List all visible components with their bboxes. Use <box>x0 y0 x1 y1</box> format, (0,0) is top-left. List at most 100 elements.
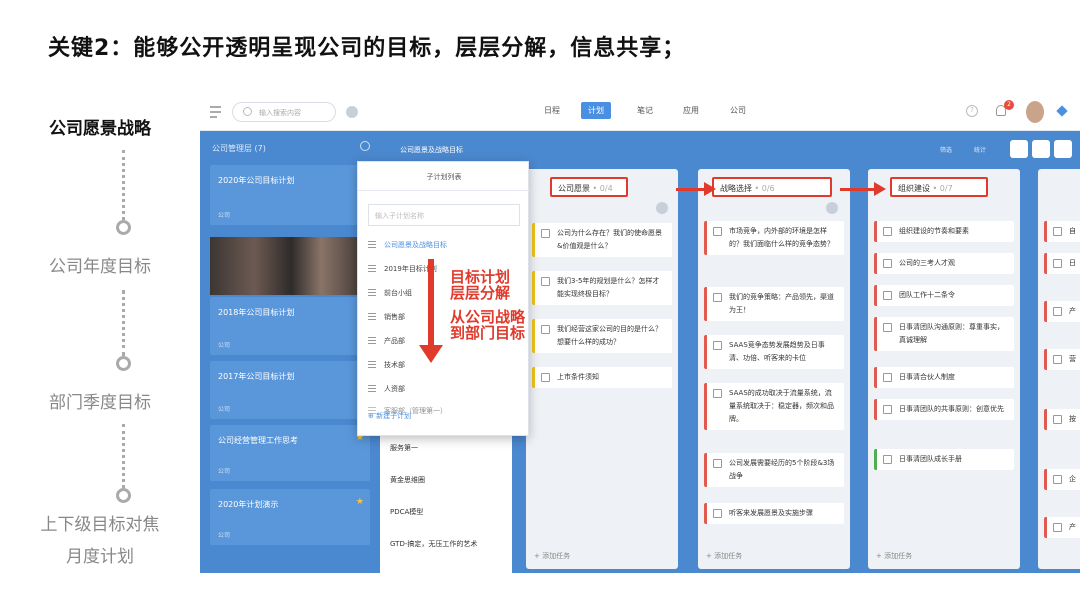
column-header[interactable]: 公司愿景 • 0/4 <box>550 177 628 197</box>
sub-plan-item[interactable]: 公司愿景及战略目标 <box>368 240 447 250</box>
sidebar-header[interactable]: 公司管理层 (7) <box>212 143 266 154</box>
task-card[interactable]: 我们的竞争策略：产品领先，渠道为王！ <box>704 287 844 321</box>
menu-icon[interactable] <box>210 106 221 121</box>
task-checkbox[interactable] <box>713 389 722 398</box>
task-checkbox[interactable] <box>541 229 550 238</box>
sub-plan-search-input[interactable]: 输入子计划名称 <box>368 204 520 226</box>
task-card[interactable]: 日事清团队沟通原则：尊重事实，真诚理解 <box>874 317 1014 351</box>
plan-card[interactable]: 2020年公司目标计划 公司 <box>210 165 370 225</box>
avatar[interactable] <box>1026 101 1044 123</box>
task-card[interactable]: 公司为什么存在？我们的使命愿景&价值观是什么？ <box>532 223 672 257</box>
help-icon[interactable]: ? <box>966 105 978 117</box>
task-card[interactable]: 我们3-5年的规划是什么？怎样才能实现终极目标？ <box>532 271 672 305</box>
add-task-button[interactable]: + 添加任务 <box>876 551 912 561</box>
task-card[interactable]: 听客来发展愿景及实施步骤 <box>704 503 844 524</box>
new-sub-plan-button[interactable]: ⊕ 新建子计划 <box>368 411 411 421</box>
task-card[interactable]: 企 <box>1044 469 1080 490</box>
task-text: 营 <box>1069 355 1076 363</box>
task-checkbox[interactable] <box>713 227 722 236</box>
plan-card[interactable]: 2018年公司目标计划 公司 <box>210 297 370 355</box>
search-input[interactable]: 输入搜索内容 <box>232 102 336 122</box>
list-icon <box>368 241 376 250</box>
task-card[interactable]: 我们经营这家公司的目的是什么？想要什么样的成功？ <box>532 319 672 353</box>
task-checkbox[interactable] <box>1053 307 1062 316</box>
task-card[interactable]: 公司的三考人才观 <box>874 253 1014 274</box>
sub-plan-item[interactable]: 人资部 <box>368 384 405 394</box>
add-plan-icon[interactable] <box>360 141 370 151</box>
list-item[interactable]: GTD-搞定，无压工作的艺术 <box>390 539 477 549</box>
task-card[interactable]: 营 <box>1044 349 1080 370</box>
task-checkbox[interactable] <box>883 405 892 414</box>
column-header[interactable]: 战略选择 • 0/6 <box>712 177 832 197</box>
task-card[interactable]: 自 <box>1044 221 1080 242</box>
task-checkbox[interactable] <box>1053 475 1062 484</box>
star-icon[interactable]: ★ <box>356 497 364 507</box>
list-item[interactable]: PDCA模型 <box>390 507 423 517</box>
list-view-icon[interactable] <box>1010 140 1028 158</box>
sub-plan-item[interactable]: 2019年目标计划 <box>368 264 437 274</box>
task-checkbox[interactable] <box>883 373 892 382</box>
diamond-icon[interactable] <box>1056 105 1068 117</box>
stats-button[interactable]: 统计 <box>974 145 986 154</box>
board-view-icon[interactable] <box>1032 140 1050 158</box>
task-card[interactable]: 日事清团队的共事原则：创意优先 <box>874 399 1014 420</box>
plan-title[interactable]: 公司愿景及战略目标 <box>400 145 463 155</box>
plan-card[interactable]: 2020年计划演示 ★ 公司 <box>210 489 370 545</box>
tab-plan[interactable]: 计划 <box>581 102 611 119</box>
add-task-button[interactable]: + 添加任务 <box>534 551 570 561</box>
sub-plan-item[interactable]: 产品部 <box>368 336 405 346</box>
list-item[interactable]: 服务第一 <box>390 443 418 453</box>
task-checkbox[interactable] <box>1053 227 1062 236</box>
task-card[interactable]: 公司发展需要经历的5个阶段&3场战争 <box>704 453 844 487</box>
task-checkbox[interactable] <box>883 259 892 268</box>
plan-card[interactable]: 2017年公司目标计划 公司 <box>210 361 370 419</box>
list-item[interactable]: 黄金思维圈 <box>390 475 425 485</box>
task-checkbox[interactable] <box>713 459 722 468</box>
task-card[interactable]: 按 <box>1044 409 1080 430</box>
add-task-button[interactable]: + 添加任务 <box>706 551 742 561</box>
task-card[interactable]: 组织建设的节奏和要素 <box>874 221 1014 242</box>
filter-button[interactable]: 筛选 <box>940 145 952 154</box>
task-checkbox[interactable] <box>541 325 550 334</box>
task-checkbox[interactable] <box>883 455 892 464</box>
plan-card[interactable]: 公司经营管理工作思考 ★ 公司 <box>210 425 370 481</box>
add-icon[interactable] <box>346 106 358 118</box>
task-checkbox[interactable] <box>1053 355 1062 364</box>
task-card[interactable]: SAAS的成功取决于流量系统，流量系统取决于：稳定器，频次和品牌。 <box>704 383 844 430</box>
task-checkbox[interactable] <box>713 293 722 302</box>
task-checkbox[interactable] <box>713 509 722 518</box>
column-header[interactable]: 组织建设 • 0/7 <box>890 177 988 197</box>
task-checkbox[interactable] <box>883 227 892 236</box>
task-card[interactable]: 上市条件须知 <box>532 367 672 388</box>
sub-plan-item[interactable]: 销售部 <box>368 312 405 322</box>
task-checkbox[interactable] <box>541 277 550 286</box>
task-checkbox[interactable] <box>1053 259 1062 268</box>
task-card[interactable]: 日事清团队成长手册 <box>874 449 1014 470</box>
gantt-view-icon[interactable] <box>1054 140 1072 158</box>
plan-card-sub: 公司 <box>218 212 231 219</box>
task-checkbox[interactable] <box>883 323 892 332</box>
task-card[interactable]: 日 <box>1044 253 1080 274</box>
task-checkbox[interactable] <box>1053 523 1062 532</box>
task-text: 公司为什么存在？我们的使命愿景&价值观是什么？ <box>557 229 662 250</box>
sub-plan-item[interactable]: 前台小组 <box>368 288 412 298</box>
task-card[interactable]: 日事清合伙人制度 <box>874 367 1014 388</box>
column-settings-icon[interactable] <box>656 202 668 214</box>
task-card[interactable]: SAAS竞争态势发展趋势及日事清、功倍、听客来的卡位 <box>704 335 844 369</box>
task-card[interactable]: 团队工作十二条令 <box>874 285 1014 306</box>
task-checkbox[interactable] <box>713 341 722 350</box>
task-card[interactable]: 市场竞争，内外部的环境是怎样的？我们面临什么样的竞争态势？ <box>704 221 844 255</box>
task-card[interactable]: 产 <box>1044 517 1080 538</box>
tab-schedule[interactable]: 日程 <box>544 105 560 116</box>
task-checkbox[interactable] <box>1053 415 1062 424</box>
tab-notes[interactable]: 笔记 <box>637 105 653 116</box>
tab-company[interactable]: 公司 <box>730 105 746 116</box>
task-card[interactable]: 产 <box>1044 301 1080 322</box>
task-checkbox[interactable] <box>541 373 550 382</box>
plan-card-sub: 公司 <box>218 406 231 413</box>
step-node <box>116 488 131 503</box>
task-checkbox[interactable] <box>883 291 892 300</box>
sub-plan-item[interactable]: 技术部 <box>368 360 405 370</box>
tab-apps[interactable]: 应用 <box>683 105 699 116</box>
column-settings-icon[interactable] <box>826 202 838 214</box>
